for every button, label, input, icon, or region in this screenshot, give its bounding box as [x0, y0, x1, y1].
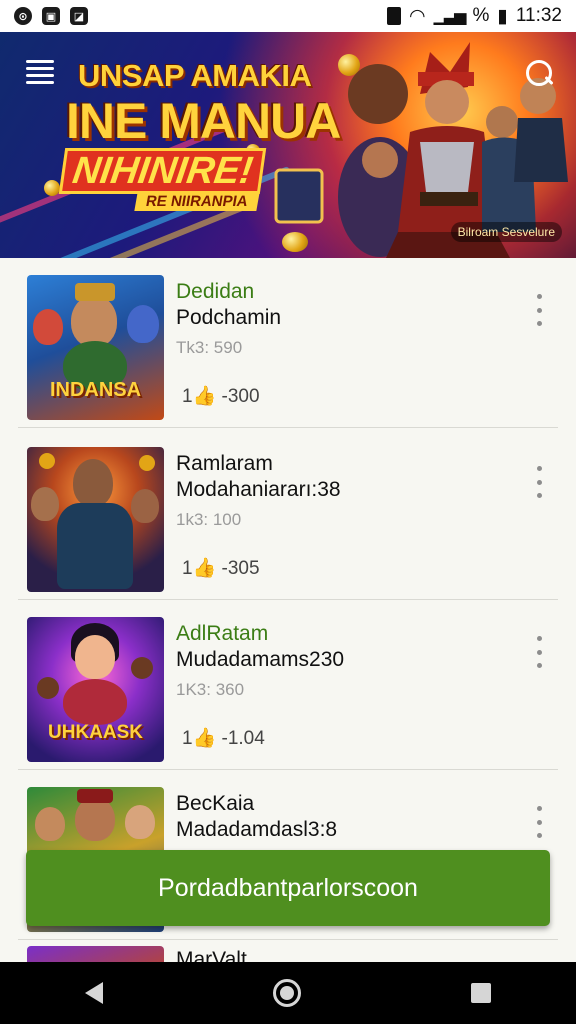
status-left-icons: ⊙ ▣ ◪	[14, 7, 88, 25]
more-options-icon[interactable]	[534, 636, 544, 668]
list-item[interactable]: Ramlaram Modahaniararı:38 1k3: 100 1👍 -3…	[18, 430, 558, 600]
sim-icon	[386, 7, 401, 25]
status-right-icons: ◠ ▁▃▅ % ▮ 11:32	[386, 5, 562, 28]
system-nav-bar	[0, 962, 576, 1024]
banner-title-line1: UNSAP AMAKIA	[78, 58, 312, 93]
menu-button[interactable]	[26, 60, 54, 84]
item-stat: 1👍 -1.04	[182, 728, 265, 749]
kebab-dot	[536, 819, 542, 825]
item-title: Dedidan	[176, 280, 255, 303]
thumb-character	[73, 459, 113, 507]
banner-badge: Bilroam Sesvelure	[450, 222, 562, 242]
menu-line	[26, 74, 54, 77]
more-options-icon[interactable]	[534, 806, 544, 838]
status-time: 11:32	[515, 5, 562, 26]
item-meta: 1k3: 100	[176, 510, 242, 529]
kebab-dot	[536, 663, 542, 668]
banner-title-line2: INE MANUA	[66, 93, 341, 149]
thumb-glove	[37, 677, 59, 699]
notification-icon: ◪	[70, 7, 88, 25]
item-meta: 1K3: 360	[176, 680, 245, 699]
recent-apps-icon[interactable]	[471, 983, 491, 1003]
thumb-glove	[131, 657, 153, 679]
signal-text: %	[472, 5, 490, 26]
more-options-icon[interactable]	[534, 294, 544, 326]
thumb-crown	[75, 283, 115, 301]
item-title: BecKaia	[176, 792, 255, 815]
thumb-character	[75, 635, 115, 679]
item-meta: Tk3: 590	[176, 338, 243, 357]
kebab-dot	[536, 833, 542, 838]
coin-icon	[139, 455, 155, 471]
coin-icon	[44, 180, 60, 196]
battery-icon: ▮	[497, 5, 508, 27]
item-title: AdlRatam	[176, 622, 269, 645]
kebab-dot	[536, 294, 542, 299]
item-stat: 1👍 -300	[182, 386, 260, 407]
menu-line	[26, 60, 54, 63]
thumb-side-character	[31, 487, 59, 521]
wifi-icon: ◠	[408, 5, 426, 27]
kebab-dot	[536, 649, 542, 655]
item-stat: 1👍 -305	[182, 558, 260, 579]
thumb-side-character	[35, 807, 65, 841]
thumb-crown	[77, 789, 113, 803]
status-bar: ⊙ ▣ ◪ ◠ ▁▃▅ % ▮ 11:32	[0, 0, 576, 32]
thumb-label: INDANSA	[49, 379, 142, 401]
more-options-icon[interactable]	[534, 466, 544, 498]
thumb-character	[75, 797, 115, 841]
kebab-dot	[536, 307, 542, 313]
item-subtitle: Podchamin	[176, 306, 282, 329]
game-thumbnail[interactable]: INDANSA	[27, 275, 164, 420]
item-subtitle: Madadamdasl3:8	[176, 818, 338, 841]
thumb-cape	[57, 503, 133, 589]
banner-tagline: RE NIIRANPIA	[134, 192, 260, 211]
thumb-character	[71, 295, 117, 347]
image-icon: ▣	[42, 7, 60, 25]
item-subtitle: Modahaniararı:38	[176, 478, 341, 501]
item-subtitle: Mudadamams230	[176, 648, 345, 671]
hero-banner[interactable]: UNSAP AMAKIA INE MANUA NIHINIRE! RE NIIR…	[0, 32, 576, 258]
game-thumbnail[interactable]	[27, 447, 164, 592]
menu-line	[26, 81, 54, 84]
kebab-dot	[536, 493, 542, 498]
banner-title-line3: NIHINIRE!	[58, 148, 267, 194]
game-thumbnail[interactable]: UHKAASK	[27, 617, 164, 762]
sync-icon: ⊙	[14, 7, 32, 25]
kebab-dot	[536, 636, 542, 641]
list-item[interactable]: INDANSA Dedidan Podchamin Tk3: 590 1👍 -3…	[18, 258, 558, 428]
kebab-dot	[536, 321, 542, 326]
thumb-side-character	[125, 805, 155, 839]
kebab-dot	[536, 466, 542, 471]
home-icon[interactable]	[273, 979, 301, 1007]
kebab-dot	[536, 806, 542, 811]
coin-icon	[39, 453, 55, 469]
kebab-dot	[536, 479, 542, 485]
thumb-side-character	[127, 305, 159, 343]
search-icon[interactable]	[524, 58, 554, 88]
menu-line	[26, 67, 54, 70]
primary-action-button[interactable]: Pordadbantparlorscoon	[26, 850, 550, 926]
back-icon[interactable]	[85, 982, 103, 1004]
list-item[interactable]: UHKAASK AdlRatam Mudadamams230 1K3: 360 …	[18, 600, 558, 770]
signal-icon: ▁▃▅	[433, 8, 467, 25]
thumb-side-character	[131, 489, 159, 523]
thumb-label: UHKAASK	[48, 722, 143, 743]
thumb-side-character	[33, 309, 63, 345]
item-title: Ramlaram	[176, 452, 273, 475]
thumb-body	[63, 679, 127, 725]
